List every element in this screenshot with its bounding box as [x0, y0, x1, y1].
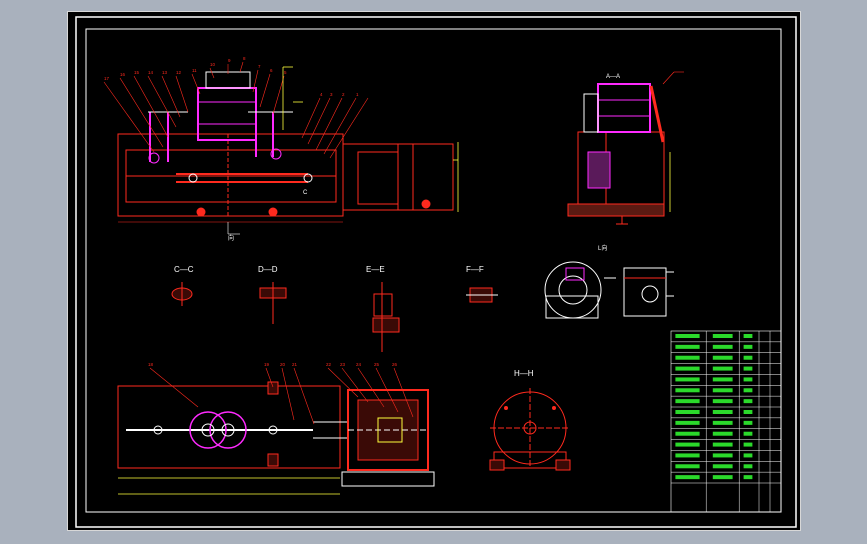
- balloon-number: 2: [342, 92, 345, 97]
- front-cylinder: [197, 87, 257, 141]
- aux-view-label: L向: [598, 244, 607, 252]
- title-block-entry-mark: [712, 388, 733, 393]
- section-ff-label: F—F: [466, 265, 484, 274]
- title-block-entry-mark: [743, 377, 753, 382]
- balloon-number: 25: [374, 362, 380, 367]
- title-block-entry-mark: [675, 420, 700, 425]
- side-view-label: A—A: [606, 74, 620, 80]
- title-block-entry-mark: [712, 334, 733, 338]
- title-block-entry-mark: [675, 410, 700, 414]
- title-block-entry-mark: [712, 420, 733, 425]
- section-ee[interactable]: E—E: [366, 265, 400, 352]
- section-cc[interactable]: C—C: [171, 265, 194, 306]
- balloon-number: 24: [356, 362, 362, 367]
- drawing-sheet: 向 C A—A L向 C—C D—D E—E F—F H—H 17 16 15 …: [67, 11, 801, 531]
- balloon-number: 16: [120, 72, 126, 77]
- title-block-entry-mark: [675, 431, 700, 436]
- plan-balloons: 18 19 20 21 22 23 24 25 26: [148, 362, 398, 367]
- front-leaders: [103, 61, 369, 159]
- title-block-entry-mark: [712, 355, 733, 360]
- front-view-note: 向: [228, 234, 234, 242]
- balloon-number: 3: [330, 92, 333, 97]
- balloon-number: 17: [104, 76, 110, 81]
- title-block-entry-mark: [743, 453, 753, 458]
- title-block-entry-mark: [675, 366, 700, 371]
- side-base: [567, 203, 665, 217]
- balloon-number: 18: [148, 362, 154, 367]
- title-block-entry-mark: [675, 453, 700, 458]
- side-view[interactable]: A—A: [567, 71, 684, 225]
- section-dd-label: D—D: [258, 265, 278, 274]
- section-ff[interactable]: F—F: [466, 265, 498, 303]
- title-block-entry-mark: [675, 464, 700, 469]
- title-block-entry-mark: [712, 366, 733, 371]
- plan-view[interactable]: [117, 367, 435, 495]
- balloon-number: 19: [264, 362, 270, 367]
- balloon-number: 20: [280, 362, 286, 367]
- balloon-number: 15: [134, 70, 140, 75]
- title-block-entry-mark: [712, 475, 733, 480]
- balloon-number: 26: [392, 362, 398, 367]
- title-block-entry-mark: [712, 464, 733, 469]
- cad-viewer: 向 C A—A L向 C—C D—D E—E F—F H—H 17 16 15 …: [0, 0, 867, 544]
- section-hh-label: H—H: [514, 369, 534, 378]
- title-block-entry-mark: [743, 464, 753, 469]
- title-block-entry-mark: [743, 431, 753, 436]
- title-block-entry-mark: [675, 399, 700, 404]
- title-block-entry-mark: [743, 475, 753, 480]
- balloon-number: 14: [148, 70, 154, 75]
- balloon-number: 8: [243, 56, 246, 61]
- balloon-number: 10: [210, 62, 216, 67]
- balloon-number: 21: [292, 362, 298, 367]
- balloon-number: 1: [356, 92, 359, 97]
- balloon-number: 6: [270, 68, 273, 73]
- section-cc-label: C—C: [174, 265, 194, 274]
- drawing-canvas[interactable]: 向 C A—A L向 C—C D—D E—E F—F H—H 1716 15 1…: [68, 12, 800, 530]
- title-block-entry-mark: [675, 334, 700, 338]
- title-block-entry-mark: [675, 475, 700, 480]
- title-block-entry-mark: [712, 344, 733, 349]
- plan-base: [117, 385, 341, 469]
- front-view[interactable]: 向 C: [103, 61, 459, 242]
- title-block-entry-mark: [743, 366, 753, 371]
- aux-view[interactable]: L向: [544, 244, 674, 319]
- section-ee-label: E—E: [366, 265, 385, 274]
- balloon-number: 13: [162, 70, 168, 75]
- balloon-number: 22: [326, 362, 332, 367]
- title-block-entry-mark: [743, 399, 753, 404]
- title-block-entry-mark: [743, 334, 753, 338]
- section-dd[interactable]: D—D: [258, 265, 287, 324]
- balloon-number: 5: [284, 70, 287, 75]
- balloon-number: 4: [320, 92, 323, 97]
- title-block-entry-mark: [675, 344, 700, 349]
- title-block-entry-mark: [743, 420, 753, 425]
- plan-view-note: C: [303, 190, 308, 196]
- title-block-entry-mark: [712, 453, 733, 458]
- title-block[interactable]: [670, 330, 782, 513]
- title-block-entries: [675, 334, 753, 480]
- section-hh[interactable]: H—H: [489, 369, 571, 471]
- title-block-entry-mark: [712, 410, 733, 414]
- balloon-number: 11: [192, 68, 197, 73]
- balloon-number: 23: [340, 362, 346, 367]
- title-block-entry-mark: [712, 399, 733, 404]
- balloon-number: 9: [228, 58, 231, 63]
- title-block-entry-mark: [675, 355, 700, 360]
- title-block-entry-mark: [712, 442, 733, 447]
- title-block-entry-mark: [743, 410, 753, 414]
- balloon-number: 7: [258, 64, 261, 69]
- balloon-number: 12: [176, 70, 182, 75]
- title-block-entry-mark: [675, 388, 700, 393]
- title-block-entry-mark: [675, 442, 700, 447]
- title-block-entry-mark: [743, 388, 753, 393]
- title-block-entry-mark: [675, 377, 700, 382]
- title-block-entry-mark: [743, 355, 753, 360]
- title-block-entry-mark: [712, 431, 733, 436]
- title-block-entry-mark: [743, 344, 753, 349]
- title-block-entry-mark: [743, 442, 753, 447]
- title-block-entry-mark: [712, 377, 733, 382]
- side-cylinder: [597, 83, 651, 133]
